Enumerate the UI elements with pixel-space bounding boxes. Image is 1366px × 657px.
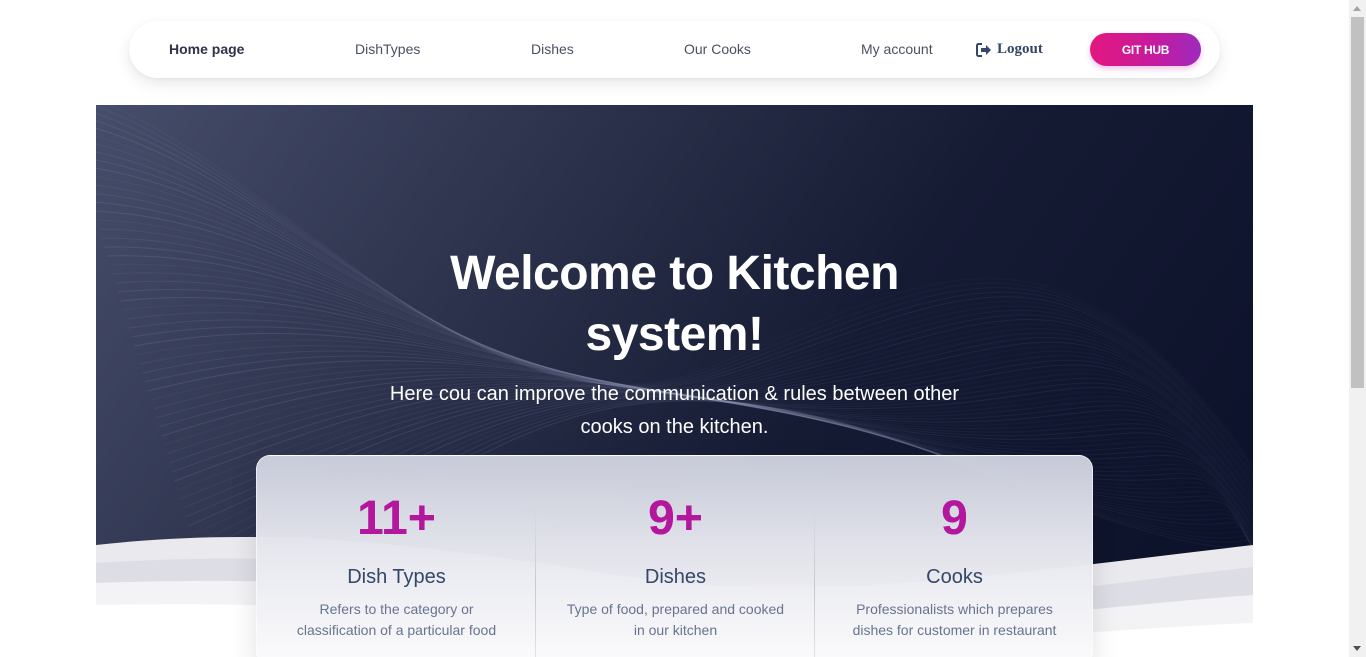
logout-label: Logout [997,41,1043,57]
scroll-down-arrow-icon[interactable] [1353,646,1361,651]
stat-title: Dishes [644,566,707,588]
stat-dishes: 9+ Dishes Type of food, prepared and coo… [536,456,815,657]
navbar: Home page DishTypes Dishes Our Cooks My … [129,21,1220,78]
nav-link-dishes[interactable]: Dishes [531,21,574,78]
hero-subtitle: Here cou can improve the communication &… [389,383,960,438]
scroll-up-arrow-icon[interactable] [1353,6,1361,11]
hero-title-line2: system! [585,308,764,361]
stat-cooks: 9 Cooks Professionalists which prepares … [815,456,1094,657]
logout-icon [976,42,991,57]
stat-number: 9 [815,491,1094,547]
stat-description: Refers to the category or classification… [296,601,497,638]
stat-number: 11+ [257,491,536,547]
page-scrollbar[interactable] [1349,0,1366,657]
stat-description: Type of food, prepared and cooked in our… [566,601,785,638]
nav-link-dishtypes[interactable]: DishTypes [355,21,420,78]
scroll-thumb[interactable] [1351,17,1364,388]
stats-card: 11+ Dish Types Refers to the category or… [256,455,1093,657]
hero-title-line1: Welcome to Kitchen [450,247,899,300]
logout-link[interactable]: Logout [976,21,1043,78]
hero-title: Welcome to Kitchen system! [96,243,1253,365]
stat-dish-types: 11+ Dish Types Refers to the category or… [257,456,536,657]
nav-link-my-account[interactable]: My account [861,21,933,78]
stat-title: Dish Types [347,566,446,588]
stat-number: 9+ [536,491,815,547]
github-button[interactable]: GIT HUB [1090,33,1201,66]
stat-title: Cooks [926,566,983,588]
nav-link-home[interactable]: Home page [169,21,244,78]
nav-link-our-cooks[interactable]: Our Cooks [684,21,751,78]
stat-description: Professionalists which prepares dishes f… [852,601,1057,638]
